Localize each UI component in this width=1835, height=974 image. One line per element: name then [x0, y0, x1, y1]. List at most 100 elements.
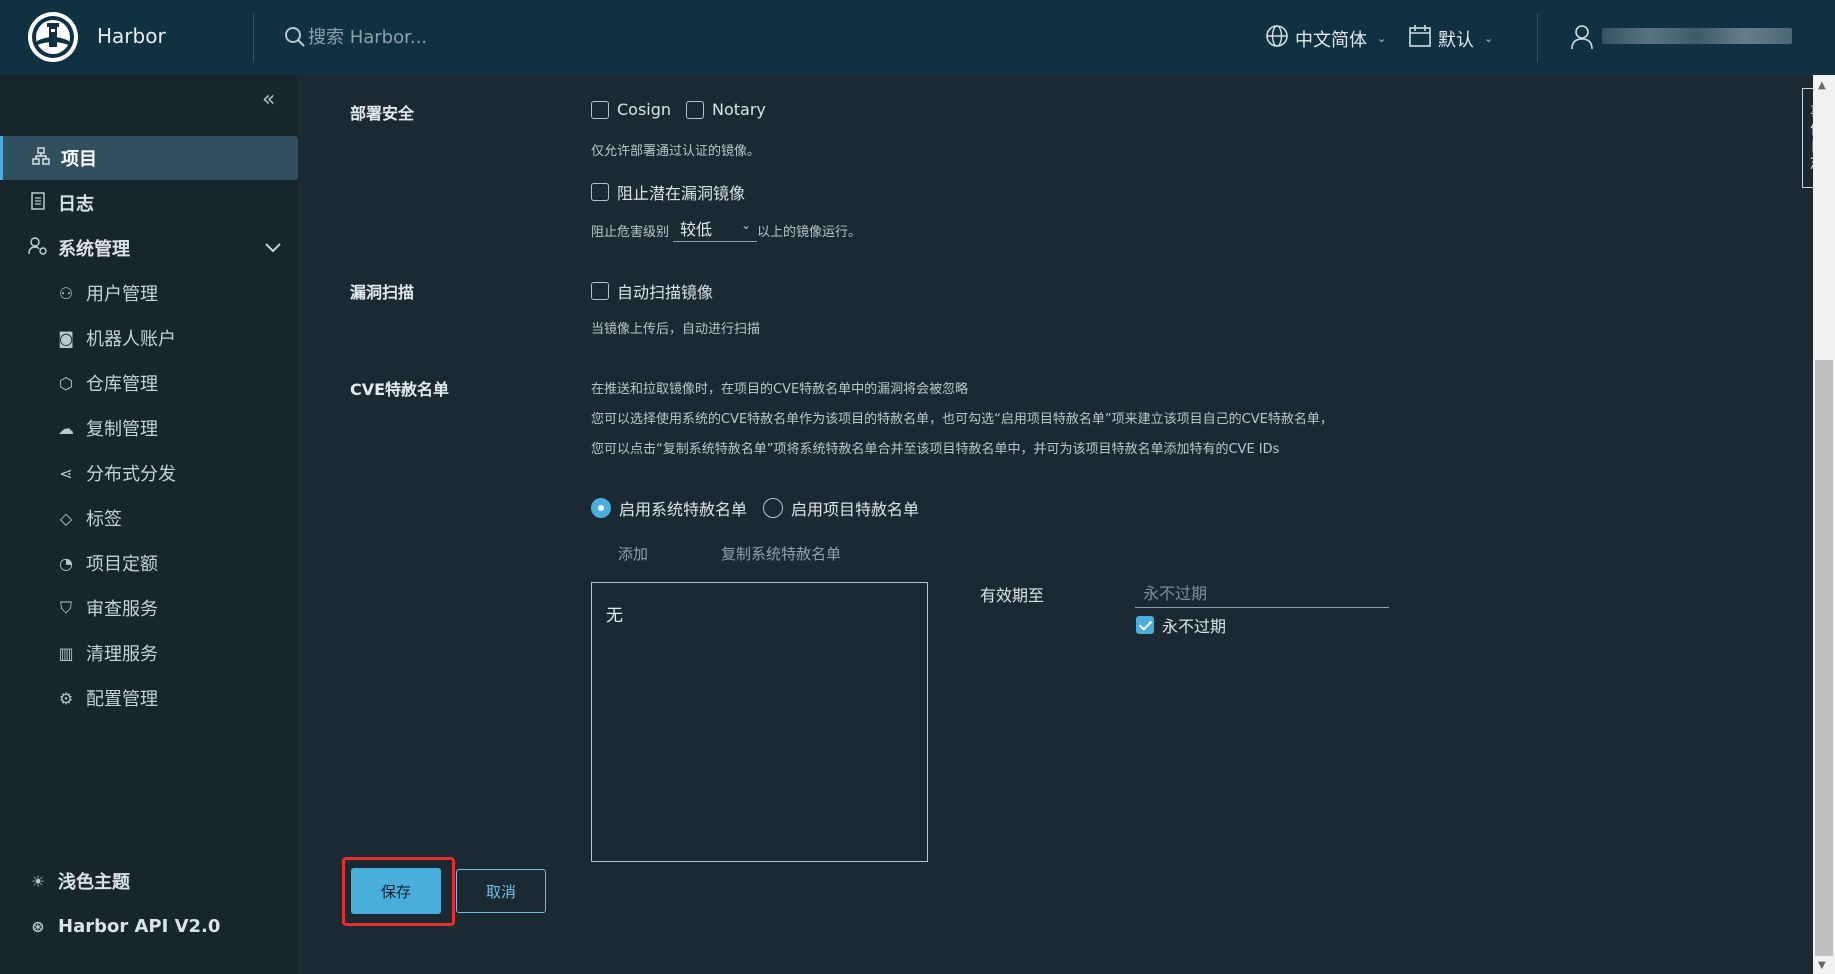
sidebar-item-label: 仓库管理 — [86, 374, 158, 395]
never-expire-checkbox[interactable]: 永不过期 — [1136, 613, 1226, 637]
chevron-down-icon: ⌄ — [1377, 32, 1387, 45]
severity-suffix: 以上的镜像运行。 — [757, 225, 862, 240]
replication-icon: ☁ — [58, 418, 74, 438]
radio-system-allowlist[interactable]: 启用系统特赦名单 — [591, 496, 747, 520]
deploy-security-help: 仅允许部署通过认证的镜像。 — [591, 144, 761, 159]
checkbox[interactable] — [591, 100, 609, 119]
sidebar-item-label: 项目 — [61, 149, 97, 170]
severity-select[interactable]: 较低 ⌄ — [673, 216, 757, 242]
notary-label: Notary — [712, 100, 766, 119]
sidebar-item-label: 清理服务 — [86, 644, 158, 665]
checkbox[interactable] — [1136, 616, 1154, 634]
datetime-format-switcher[interactable]: 默认 ⌄ — [1408, 24, 1493, 53]
sidebar-item-replications[interactable]: ☁ 复制管理 — [0, 406, 298, 450]
sidebar-item-users[interactable]: ⚇ 用户管理 — [0, 271, 298, 315]
sidebar-item-label: 审查服务 — [86, 599, 158, 620]
radio-button[interactable] — [591, 498, 611, 518]
sidebar-item-label: 复制管理 — [86, 419, 158, 440]
share-icon: ⋖ — [59, 463, 73, 483]
top-header: Harbor 中文简体 ⌄ 默认 ⌄ — [0, 0, 1835, 75]
radio-system-label: 启用系统特赦名单 — [619, 500, 748, 519]
main-content — [298, 75, 1813, 974]
sidebar-item-admin[interactable]: 系统管理 — [0, 226, 298, 270]
header-divider — [253, 14, 254, 62]
log-icon — [28, 192, 48, 214]
sidebar-item-label: 系统管理 — [58, 239, 130, 260]
sidebar-item-registries[interactable]: ⬡ 仓库管理 — [0, 361, 298, 405]
sidebar-item-label: 机器人账户 — [86, 329, 176, 350]
auto-scan-label: 自动扫描镜像 — [617, 283, 714, 302]
scroll-up-icon[interactable]: ▲ — [1818, 80, 1826, 91]
expires-at-label: 有效期至 — [980, 586, 1045, 605]
search-input[interactable] — [308, 22, 708, 52]
sidebar-item-distributions[interactable]: ⋖ 分布式分发 — [0, 451, 298, 495]
sidebar-item-label: 分布式分发 — [86, 464, 176, 485]
severity-prefix: 阻止危害级别 — [591, 225, 670, 240]
cve-description-3: 您可以点击“复制系统特赦名单”项将系统特赦名单合并至该项目特赦名单中，并可为该项… — [591, 442, 1280, 457]
datetime-label: 默认 — [1438, 29, 1474, 51]
sidebar-item-label: 标签 — [86, 509, 122, 530]
vulnerability-scan-label: 漏洞扫描 — [350, 283, 415, 302]
cosign-checkbox[interactable]: Cosign — [591, 100, 671, 119]
collapse-sidebar-icon[interactable]: « — [262, 87, 275, 112]
sidebar-item-quotas[interactable]: ◔ 项目定额 — [0, 541, 298, 585]
cve-description-2: 您可以选择使用系统的CVE特赦名单作为该项目的特赦名单，也可勾选“启用项目特赦名… — [591, 412, 1333, 427]
notary-checkbox[interactable]: Notary — [686, 100, 766, 119]
calendar-icon — [1408, 24, 1432, 53]
save-button[interactable]: 保存 — [351, 868, 441, 914]
sidebar-item-labels[interactable]: ◇ 标签 — [0, 496, 298, 540]
prevent-vulnerable-checkbox[interactable]: 阻止潜在漏洞镜像 — [591, 180, 745, 204]
sidebar-item-projects[interactable]: 项目 — [0, 136, 298, 180]
sidebar-item-logs[interactable]: 日志 — [0, 181, 298, 225]
username-redacted[interactable] — [1602, 28, 1792, 44]
language-switcher[interactable]: 中文简体 ⌄ — [1265, 24, 1386, 53]
quota-icon: ◔ — [59, 553, 73, 573]
auto-scan-checkbox[interactable]: 自动扫描镜像 — [591, 279, 713, 303]
users-icon: ⚇ — [58, 283, 74, 303]
harbor-logo-icon[interactable] — [28, 12, 78, 62]
radio-project-label: 启用项目特赦名单 — [791, 500, 920, 519]
sidebar-item-configuration[interactable]: ⚙ 配置管理 — [0, 676, 298, 720]
expires-at-input[interactable] — [1135, 580, 1389, 608]
add-cve-button[interactable]: 添加 — [618, 543, 648, 564]
never-expire-label: 永不过期 — [1162, 617, 1227, 636]
sidebar-item-label: 用户管理 — [86, 284, 158, 305]
api-link[interactable]: ⊛ Harbor API V2.0 — [0, 904, 298, 948]
theme-toggle[interactable]: ☀ 浅色主题 — [0, 859, 298, 903]
radio-project-allowlist[interactable]: 启用项目特赦名单 — [763, 496, 919, 520]
cve-list[interactable]: 无 — [591, 582, 928, 862]
cve-description-1: 在推送和拉取镜像时，在项目的CVE特赦名单中的漏洞将会被忽略 — [591, 382, 969, 397]
chevron-down-icon: ⌄ — [740, 218, 751, 232]
scroll-down-icon[interactable]: ▼ — [1818, 960, 1826, 971]
radio-button[interactable] — [763, 498, 783, 518]
sidebar-item-gc[interactable]: ▥ 清理服务 — [0, 631, 298, 675]
search-icon[interactable] — [284, 26, 306, 52]
sidebar-item-label: 日志 — [58, 194, 94, 215]
scrollbar-thumb[interactable] — [1815, 360, 1833, 956]
api-label: Harbor API V2.0 — [58, 915, 221, 937]
cve-allowlist-label: CVE特赦名单 — [350, 380, 450, 399]
user-icon[interactable] — [1570, 24, 1594, 54]
checkbox[interactable] — [591, 282, 609, 300]
brand-name[interactable]: Harbor — [97, 24, 166, 48]
sidebar-item-interrogation[interactable]: ⛉ 审查服务 — [0, 586, 298, 630]
cancel-button[interactable]: 取消 — [456, 869, 546, 913]
checkbox[interactable] — [591, 183, 609, 201]
cve-list-empty: 无 — [606, 606, 623, 626]
checkbox[interactable] — [686, 100, 704, 119]
chevron-down-icon[interactable] — [264, 239, 282, 258]
copy-system-allowlist-button[interactable]: 复制系统特赦名单 — [721, 543, 841, 564]
sidebar: « 项目 日志 系统管理 ⚇ 用户管理 ◙ 机器人账户 ⬡ 仓库管理 ☁ 复制管… — [0, 75, 298, 974]
theme-label: 浅色主题 — [58, 872, 130, 893]
header-divider — [1537, 14, 1538, 62]
sidebar-item-robot-accounts[interactable]: ◙ 机器人账户 — [0, 316, 298, 360]
shield-icon: ⛉ — [59, 598, 72, 617]
chevron-down-icon: ⌄ — [1484, 32, 1494, 45]
api-icon: ⊛ — [31, 916, 45, 936]
prevent-vulnerable-label: 阻止潜在漏洞镜像 — [617, 184, 746, 203]
robot-icon: ◙ — [58, 328, 74, 348]
sidebar-item-label: 项目定额 — [86, 554, 158, 575]
registry-icon: ⬡ — [59, 373, 73, 393]
sidebar-item-label: 配置管理 — [86, 689, 158, 710]
cosign-label: Cosign — [617, 100, 672, 119]
